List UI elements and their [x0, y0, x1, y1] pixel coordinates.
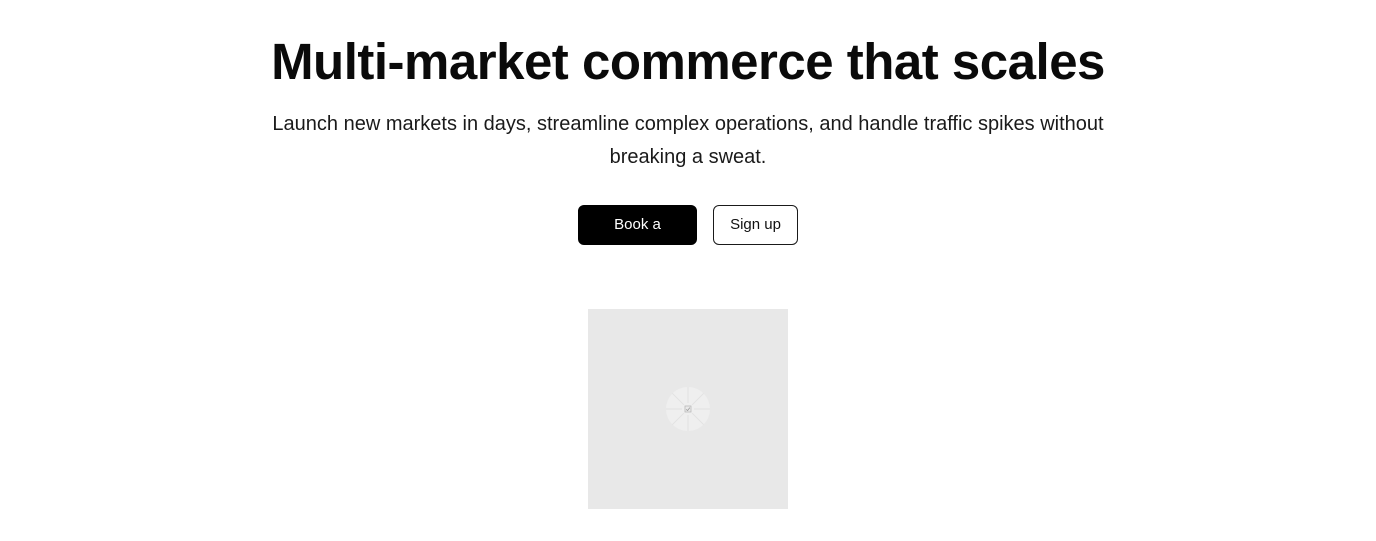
hero-subtitle: Launch new markets in days, streamline c… [272, 113, 1104, 168]
sign-up-button[interactable]: Sign up [713, 205, 798, 245]
page-title: Multi-market commerce that scales [271, 33, 1105, 90]
loading-spinner-icon [666, 387, 710, 431]
cta-button-group: Book a demo Sign up [0, 205, 1376, 271]
book-demo-button[interactable]: Book a demo [578, 205, 697, 271]
media-placeholder [588, 309, 788, 509]
